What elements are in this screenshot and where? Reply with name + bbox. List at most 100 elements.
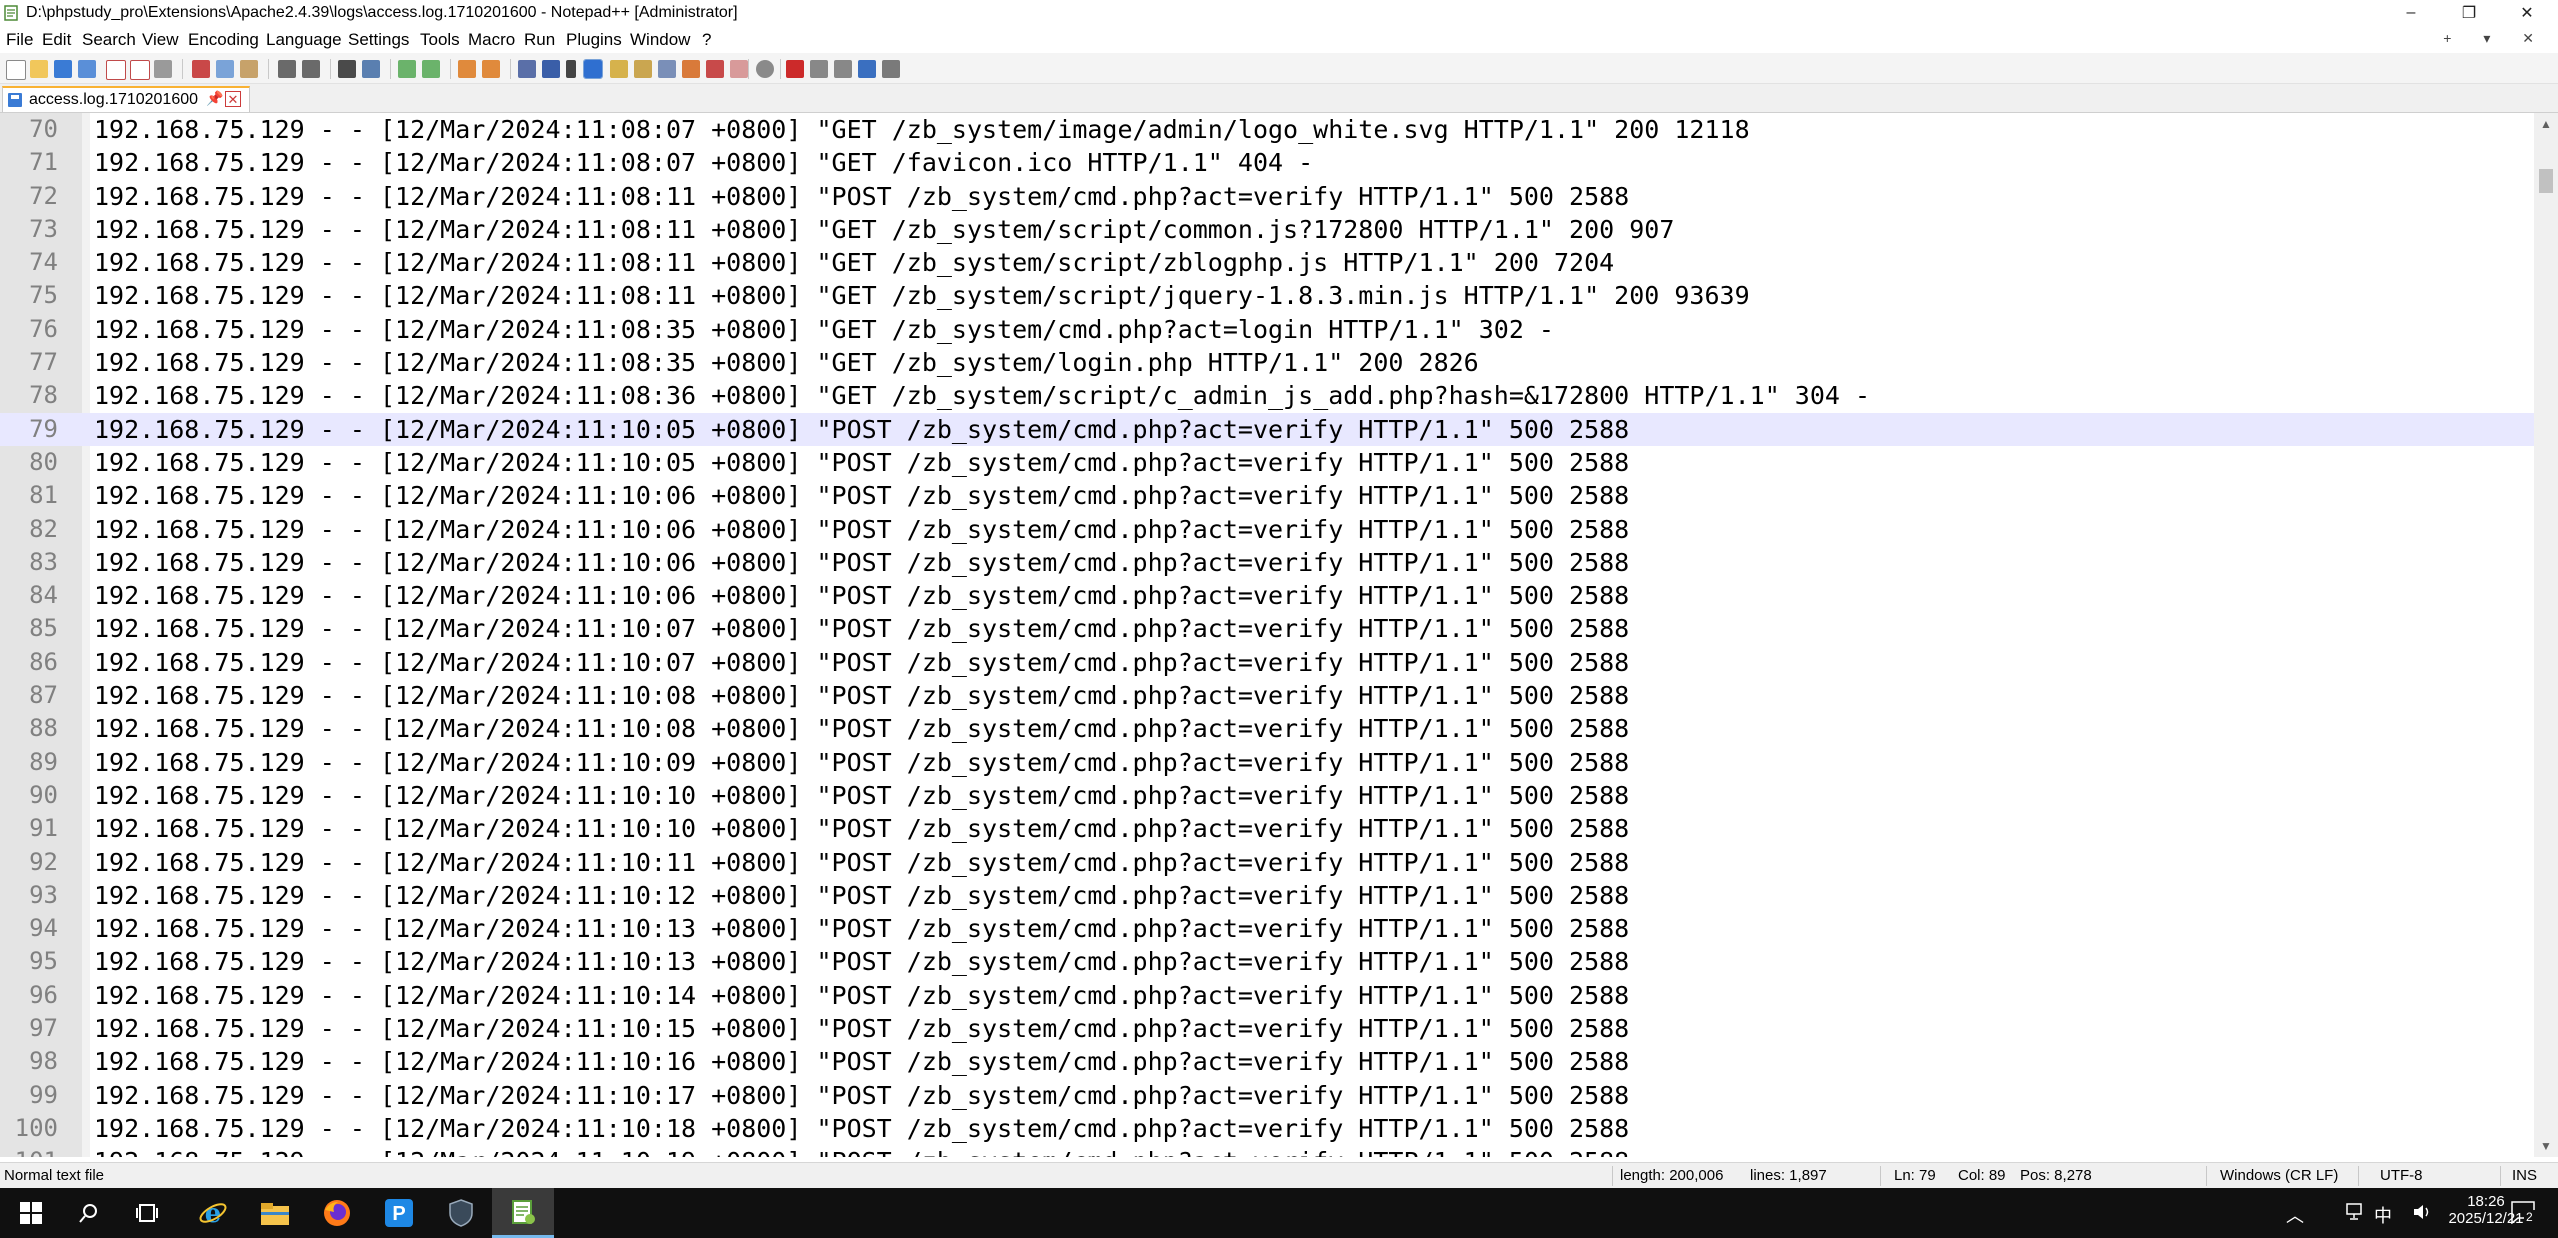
editor-line[interactable]: 95 192.168.75.129 - - [12/Mar/2024:11:10:… <box>0 945 2534 978</box>
editor-line[interactable]: 81 192.168.75.129 - - [12/Mar/2024:11:10:… <box>0 479 2534 512</box>
status-insert-mode[interactable]: INS <box>2512 1167 2537 1184</box>
editor-line[interactable]: 88 192.168.75.129 - - [12/Mar/2024:11:10:… <box>0 712 2534 745</box>
menu-view[interactable]: View <box>142 30 179 50</box>
editor-line[interactable]: 73 192.168.75.129 - - [12/Mar/2024:11:08:… <box>0 213 2534 246</box>
editor-line[interactable]: 92 192.168.75.129 - - [12/Mar/2024:11:10:… <box>0 846 2534 879</box>
clipboard-history-icon[interactable] <box>730 60 748 78</box>
line-text[interactable]: 192.168.75.129 - - [12/Mar/2024:11:10:19… <box>94 1145 1629 1157</box>
line-text[interactable]: 192.168.75.129 - - [12/Mar/2024:11:10:13… <box>94 912 1629 945</box>
editor-line[interactable]: 80 192.168.75.129 - - [12/Mar/2024:11:10:… <box>0 446 2534 479</box>
editor-line[interactable]: 89 192.168.75.129 - - [12/Mar/2024:11:10:… <box>0 746 2534 779</box>
play-macro-icon[interactable] <box>834 60 852 78</box>
volume-icon[interactable] <box>2412 1203 2434 1221</box>
line-text[interactable]: 192.168.75.129 - - [12/Mar/2024:11:10:07… <box>94 612 1629 645</box>
redo-icon[interactable] <box>302 60 320 78</box>
zoom-out-icon[interactable] <box>422 60 440 78</box>
indent-guide-icon[interactable] <box>583 59 603 79</box>
line-text[interactable]: 192.168.75.129 - - [12/Mar/2024:11:08:11… <box>94 279 1750 312</box>
print-icon[interactable] <box>154 60 172 78</box>
internet-explorer-icon[interactable]: e <box>182 1188 244 1238</box>
save-all-icon[interactable] <box>78 60 96 78</box>
line-text[interactable]: 192.168.75.129 - - [12/Mar/2024:11:10:06… <box>94 546 1629 579</box>
line-text[interactable]: 192.168.75.129 - - [12/Mar/2024:11:08:07… <box>94 146 1313 179</box>
firefox-icon[interactable] <box>306 1188 368 1238</box>
menu-edit[interactable]: Edit <box>42 30 71 50</box>
dropdown-arrow-icon[interactable] <box>566 60 576 78</box>
menu-run[interactable]: Run <box>524 30 555 50</box>
maximize-button[interactable]: ❐ <box>2440 0 2498 26</box>
record-macro-icon[interactable] <box>786 60 804 78</box>
line-text[interactable]: 192.168.75.129 - - [12/Mar/2024:11:08:36… <box>94 379 1870 412</box>
tab-access-log[interactable]: access.log.1710201600 📌 ✕ <box>2 86 250 112</box>
editor-line[interactable]: 78 192.168.75.129 - - [12/Mar/2024:11:08:… <box>0 379 2534 412</box>
search-icon[interactable] <box>58 1188 120 1238</box>
line-text[interactable]: 192.168.75.129 - - [12/Mar/2024:11:10:09… <box>94 746 1629 779</box>
editor-line[interactable]: 101 192.168.75.129 - - [12/Mar/2024:11:10… <box>0 1145 2534 1157</box>
line-text[interactable]: 192.168.75.129 - - [12/Mar/2024:11:10:15… <box>94 1012 1629 1045</box>
menu-right-controls[interactable]: + ▾ ✕ <box>2443 30 2548 47</box>
find-icon[interactable] <box>338 60 356 78</box>
line-text[interactable]: 192.168.75.129 - - [12/Mar/2024:11:10:12… <box>94 879 1629 912</box>
editor-line[interactable]: 74 192.168.75.129 - - [12/Mar/2024:11:08:… <box>0 246 2534 279</box>
phpstudy-icon[interactable]: P <box>368 1188 430 1238</box>
new-file-icon[interactable] <box>6 60 26 80</box>
editor-line[interactable]: 86 192.168.75.129 - - [12/Mar/2024:11:10:… <box>0 646 2534 679</box>
task-view-icon[interactable] <box>116 1188 178 1238</box>
editor-line[interactable]: 75 192.168.75.129 - - [12/Mar/2024:11:08:… <box>0 279 2534 312</box>
tab-close-icon[interactable]: ✕ <box>225 91 241 107</box>
undo-icon[interactable] <box>278 60 296 78</box>
status-encoding[interactable]: UTF-8 <box>2380 1167 2423 1184</box>
copy-icon[interactable] <box>216 60 234 78</box>
cut-icon[interactable] <box>192 60 210 78</box>
editor-line[interactable]: 100 192.168.75.129 - - [12/Mar/2024:11:10… <box>0 1112 2534 1145</box>
editor-line[interactable]: 70 192.168.75.129 - - [12/Mar/2024:11:08:… <box>0 113 2534 146</box>
editor-line[interactable]: 94 192.168.75.129 - - [12/Mar/2024:11:10:… <box>0 912 2534 945</box>
folder-as-workspace-icon[interactable] <box>682 60 700 78</box>
line-text[interactable]: 192.168.75.129 - - [12/Mar/2024:11:10:18… <box>94 1112 1629 1145</box>
line-text[interactable]: 192.168.75.129 - - [12/Mar/2024:11:10:06… <box>94 579 1629 612</box>
network-icon[interactable] <box>2346 1203 2366 1221</box>
replace-icon[interactable] <box>362 60 380 78</box>
scroll-down-arrow-icon[interactable]: ▼ <box>2534 1135 2558 1157</box>
menu-settings[interactable]: Settings <box>348 30 409 50</box>
line-text[interactable]: 192.168.75.129 - - [12/Mar/2024:11:10:10… <box>94 812 1629 845</box>
file-explorer-icon[interactable] <box>244 1188 306 1238</box>
line-text[interactable]: 192.168.75.129 - - [12/Mar/2024:11:08:07… <box>94 113 1750 146</box>
menu-tools[interactable]: Tools <box>420 30 460 50</box>
run-macro-multiple-icon[interactable] <box>858 60 876 78</box>
vertical-scrollbar[interactable]: ▲ ▼ <box>2534 113 2558 1157</box>
word-wrap-icon[interactable] <box>518 60 536 78</box>
editor[interactable]: 70 192.168.75.129 - - [12/Mar/2024:11:08:… <box>0 113 2558 1157</box>
editor-line[interactable]: 77 192.168.75.129 - - [12/Mar/2024:11:08:… <box>0 346 2534 379</box>
notepad-plus-plus-taskbar-icon[interactable] <box>492 1188 554 1238</box>
editor-line[interactable]: 91 192.168.75.129 - - [12/Mar/2024:11:10:… <box>0 812 2534 845</box>
line-text[interactable]: 192.168.75.129 - - [12/Mar/2024:11:10:10… <box>94 779 1629 812</box>
user-defined-language-icon[interactable] <box>610 60 628 78</box>
editor-line[interactable]: 83 192.168.75.129 - - [12/Mar/2024:11:10:… <box>0 546 2534 579</box>
menu-file[interactable]: File <box>6 30 33 50</box>
close-file-icon[interactable] <box>106 60 126 80</box>
close-button[interactable]: ✕ <box>2498 0 2556 26</box>
editor-line[interactable]: 98 192.168.75.129 - - [12/Mar/2024:11:10:… <box>0 1045 2534 1078</box>
document-list-icon[interactable] <box>706 60 724 78</box>
text-area[interactable]: 70 192.168.75.129 - - [12/Mar/2024:11:08:… <box>0 113 2534 1157</box>
windows-start-icon[interactable] <box>0 1188 62 1238</box>
line-text[interactable]: 192.168.75.129 - - [12/Mar/2024:11:08:11… <box>94 246 1614 279</box>
editor-line[interactable]: 87 192.168.75.129 - - [12/Mar/2024:11:10:… <box>0 679 2534 712</box>
line-text[interactable]: 192.168.75.129 - - [12/Mar/2024:11:10:17… <box>94 1079 1629 1112</box>
close-all-icon[interactable] <box>130 60 150 80</box>
line-text[interactable]: 192.168.75.129 - - [12/Mar/2024:11:08:35… <box>94 346 1479 379</box>
pin-icon[interactable]: 📌 <box>206 90 223 107</box>
function-list-icon[interactable] <box>658 60 676 78</box>
show-hidden-icons-chevron-icon[interactable]: ︿ <box>2286 1202 2304 1228</box>
status-eol[interactable]: Windows (CR LF) <box>2220 1167 2338 1184</box>
line-text[interactable]: 192.168.75.129 - - [12/Mar/2024:11:10:05… <box>94 413 1629 446</box>
zoom-in-icon[interactable] <box>398 60 416 78</box>
sync-vertical-icon[interactable] <box>458 60 476 78</box>
editor-line[interactable]: 96 192.168.75.129 - - [12/Mar/2024:11:10:… <box>0 979 2534 1012</box>
menu-encoding[interactable]: Encoding <box>188 30 259 50</box>
line-text[interactable]: 192.168.75.129 - - [12/Mar/2024:11:10:14… <box>94 979 1629 1012</box>
editor-line[interactable]: 84 192.168.75.129 - - [12/Mar/2024:11:10:… <box>0 579 2534 612</box>
scrollbar-thumb[interactable] <box>2539 169 2553 193</box>
menu-macro[interactable]: Macro <box>468 30 515 50</box>
